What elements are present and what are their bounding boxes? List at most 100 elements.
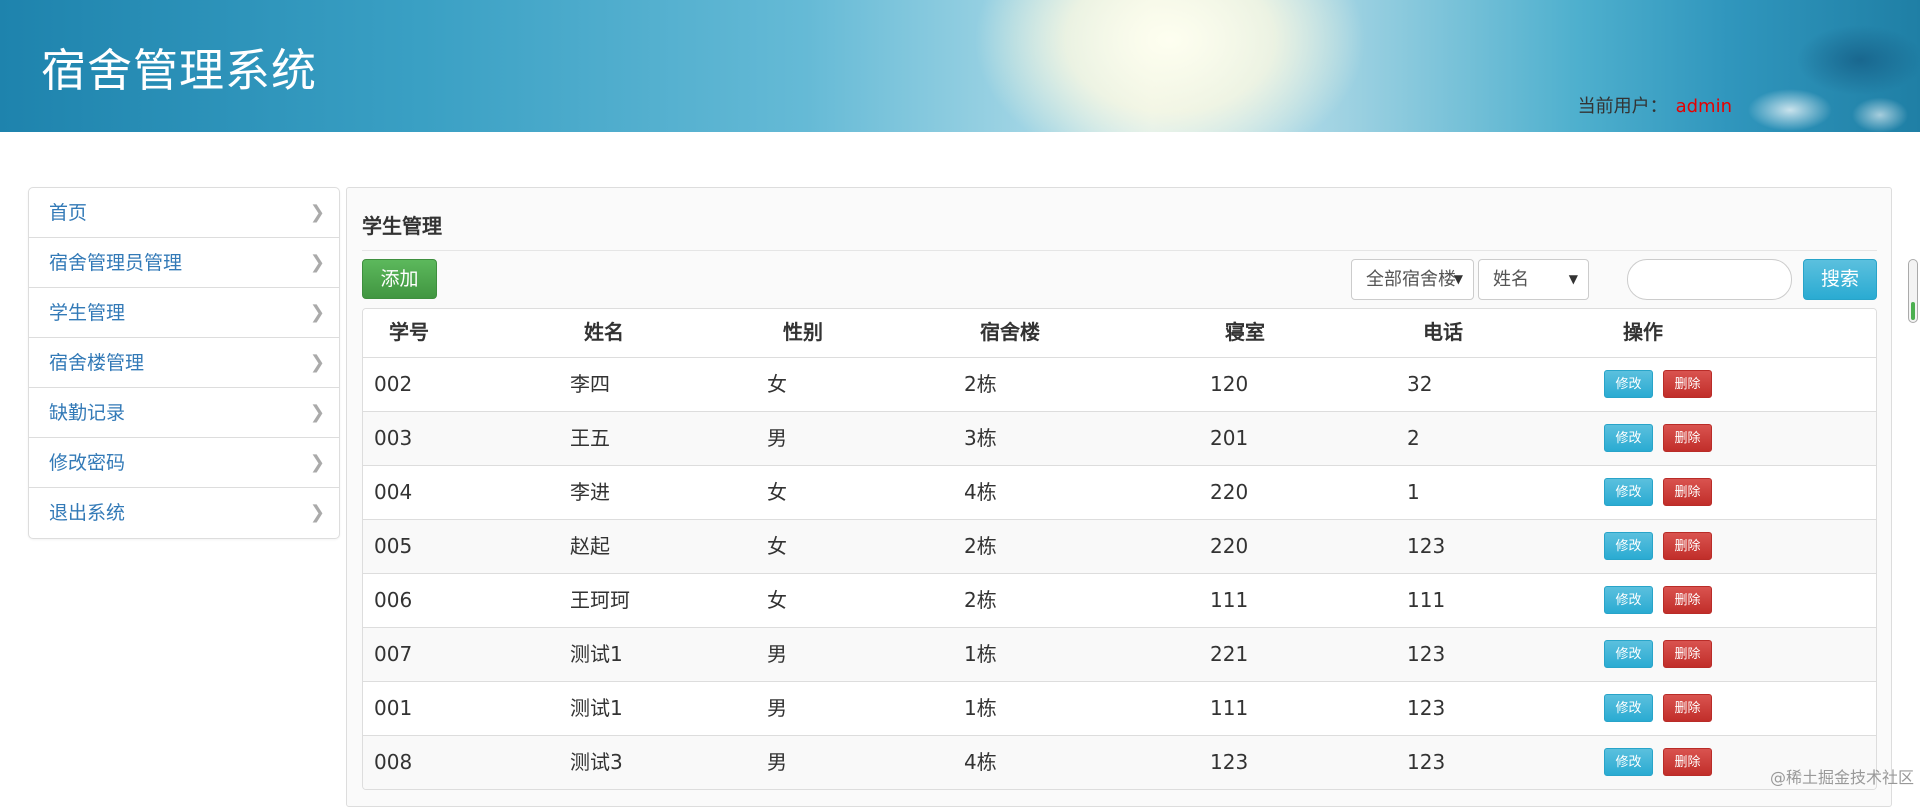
table-cell: 1栋 (964, 682, 997, 734)
page-scrollbar[interactable] (1908, 259, 1918, 323)
table-cell: 男 (767, 682, 787, 734)
column-header: 性别 (783, 309, 823, 355)
sidebar-item-label: 宿舍管理员管理 (49, 252, 182, 274)
scrollbar-thumb[interactable] (1911, 302, 1915, 320)
table-cell: 111 (1210, 574, 1248, 626)
sidebar-item-home[interactable]: 首页 ❯ (29, 188, 339, 238)
current-user-name: admin (1676, 96, 1732, 117)
page-title: 学生管理 (362, 210, 442, 239)
field-select-value: 姓名 (1493, 269, 1529, 290)
table-cell: 男 (767, 412, 787, 464)
table-cell: 2 (1407, 412, 1420, 464)
sidebar-item-absence[interactable]: 缺勤记录 ❯ (29, 388, 339, 438)
table-cell: 2栋 (964, 358, 997, 410)
edit-button[interactable]: 修改 (1604, 532, 1653, 560)
delete-button[interactable]: 删除 (1663, 424, 1712, 452)
table-cell: 1栋 (964, 628, 997, 680)
header-banner: 宿舍管理系统 当前用户：admin (0, 0, 1920, 132)
table-cell: 王珂珂 (570, 574, 630, 626)
students-table: 学号 姓名 性别 宿舍楼 寝室 电话 操作 002李四女2栋12032修改删除0… (362, 308, 1877, 790)
chevron-right-icon: ❯ (310, 488, 325, 538)
sidebar-item-change-password[interactable]: 修改密码 ❯ (29, 438, 339, 488)
table-cell: 002 (374, 358, 412, 410)
table-row: 008测试3男4栋123123修改删除 (363, 735, 1876, 789)
table-cell: 测试1 (570, 628, 623, 680)
table-row: 007测试1男1栋221123修改删除 (363, 627, 1876, 681)
sidebar-item-label: 学生管理 (49, 302, 125, 324)
chevron-right-icon: ❯ (310, 438, 325, 488)
chevron-right-icon: ❯ (310, 388, 325, 438)
sidebar-item-label: 缺勤记录 (49, 402, 125, 424)
delete-button[interactable]: 删除 (1663, 532, 1712, 560)
table-header-row: 学号 姓名 性别 宿舍楼 寝室 电话 操作 (363, 309, 1876, 357)
table-cell: 赵起 (570, 520, 610, 572)
column-header: 寝室 (1225, 309, 1265, 355)
edit-button[interactable]: 修改 (1604, 748, 1653, 776)
table-cell: 3栋 (964, 412, 997, 464)
table-cell: 女 (767, 466, 787, 518)
table-cell: 111 (1210, 682, 1248, 734)
sidebar-item-label: 宿舍楼管理 (49, 352, 144, 374)
table-cell: 男 (767, 628, 787, 680)
edit-button[interactable]: 修改 (1604, 424, 1653, 452)
edit-button[interactable]: 修改 (1604, 694, 1653, 722)
chevron-right-icon: ❯ (310, 188, 325, 238)
table-cell: 女 (767, 574, 787, 626)
building-select-value: 全部宿舍楼 (1366, 269, 1456, 290)
building-select[interactable]: 全部宿舍楼 ▼ (1351, 259, 1474, 300)
delete-button[interactable]: 删除 (1663, 748, 1712, 776)
table-cell: 004 (374, 466, 412, 518)
edit-button[interactable]: 修改 (1604, 640, 1653, 668)
chevron-right-icon: ❯ (310, 238, 325, 288)
column-header: 宿舍楼 (980, 309, 1040, 355)
table-row: 002李四女2栋12032修改删除 (363, 357, 1876, 411)
table-cell: 测试1 (570, 682, 623, 734)
sidebar-item-label: 退出系统 (49, 502, 125, 524)
caret-down-icon: ▼ (1454, 260, 1463, 299)
table-cell: 008 (374, 736, 412, 788)
edit-button[interactable]: 修改 (1604, 586, 1653, 614)
delete-button[interactable]: 删除 (1663, 370, 1712, 398)
search-button[interactable]: 搜索 (1803, 259, 1877, 300)
sidebar-item-label: 首页 (49, 202, 87, 224)
delete-button[interactable]: 删除 (1663, 586, 1712, 614)
table-cell: 123 (1407, 736, 1445, 788)
table-cell: 111 (1407, 574, 1445, 626)
sidebar-item-students[interactable]: 学生管理 ❯ (29, 288, 339, 338)
column-header: 电话 (1423, 309, 1463, 355)
app-title: 宿舍管理系统 (41, 34, 317, 99)
table-cell: 32 (1407, 358, 1432, 410)
sidebar-item-logout[interactable]: 退出系统 ❯ (29, 488, 339, 538)
table-cell: 123 (1407, 682, 1445, 734)
table-cell: 005 (374, 520, 412, 572)
edit-button[interactable]: 修改 (1604, 478, 1653, 506)
table-cell: 003 (374, 412, 412, 464)
field-select[interactable]: 姓名 ▼ (1478, 259, 1589, 300)
table-row: 001 测试1 男 1栋 111 123 修改删除 (363, 681, 1876, 735)
table-cell: 201 (1210, 412, 1248, 464)
table-cell: 006 (374, 574, 412, 626)
edit-button[interactable]: 修改 (1604, 370, 1653, 398)
delete-button[interactable]: 删除 (1663, 640, 1712, 668)
wave-decoration (1730, 0, 1920, 132)
table-cell: 2栋 (964, 520, 997, 572)
watermark: @稀土掘金技术社区 (1770, 764, 1914, 788)
table-cell: 123 (1210, 736, 1248, 788)
main-panel: 学生管理 添加 全部宿舍楼 ▼ 姓名 ▼ 搜索 学号 姓名 性别 宿舍楼 寝室 … (346, 187, 1892, 807)
add-button[interactable]: 添加 (362, 259, 437, 299)
table-cell: 1 (1407, 466, 1420, 518)
sidebar-item-label: 修改密码 (49, 452, 125, 474)
table-cell: 男 (767, 736, 787, 788)
table-cell: 李四 (570, 358, 610, 410)
search-input[interactable] (1627, 259, 1792, 300)
delete-button[interactable]: 删除 (1663, 694, 1712, 722)
table-row: 005赵起女2栋220123修改删除 (363, 519, 1876, 573)
delete-button[interactable]: 删除 (1663, 478, 1712, 506)
table-cell: 001 (374, 682, 412, 734)
chevron-right-icon: ❯ (310, 288, 325, 338)
table-cell: 220 (1210, 520, 1248, 572)
sidebar-item-buildings[interactable]: 宿舍楼管理❯ (29, 338, 339, 388)
table-row: 006王珂珂女2栋111111修改删除 (363, 573, 1876, 627)
sidebar-item-dorm-admin[interactable]: 宿舍管理员管理 ❯ (29, 238, 339, 288)
table-cell: 李进 (570, 466, 610, 518)
